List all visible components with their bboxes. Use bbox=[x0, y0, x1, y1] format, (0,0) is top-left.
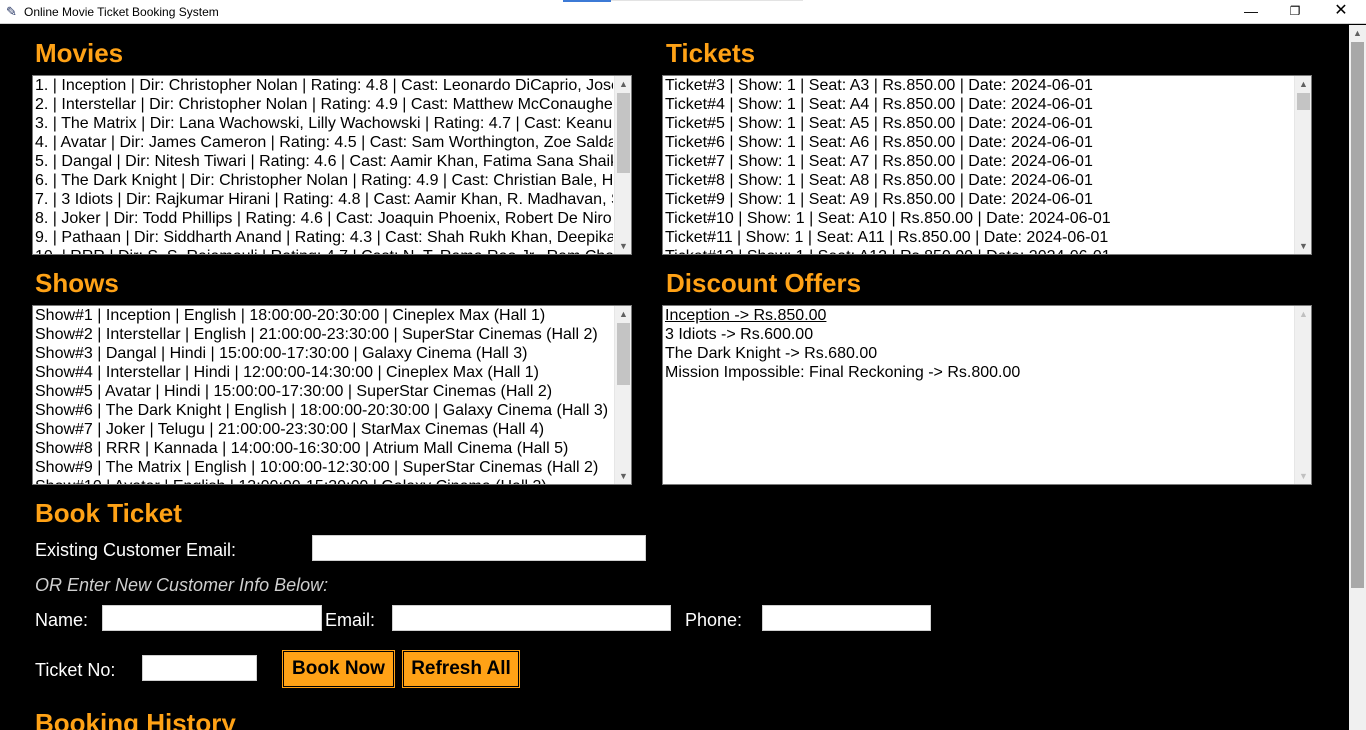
show-list-item[interactable]: Show#9 | The Matrix | English | 10:00:00… bbox=[35, 458, 613, 477]
movies-list[interactable]: 1. | Inception | Dir: Christopher Nolan … bbox=[35, 76, 613, 254]
titlebar-divider bbox=[611, 0, 803, 1]
shows-heading: Shows bbox=[35, 268, 119, 298]
show-list-item[interactable]: Show#3 | Dangal | Hindi | 15:00:00-17:30… bbox=[35, 344, 613, 363]
show-list-item[interactable]: Show#1 | Inception | English | 18:00:00-… bbox=[35, 306, 613, 325]
shows-listbox[interactable]: Show#1 | Inception | English | 18:00:00-… bbox=[32, 305, 632, 485]
ticket-list-item[interactable]: Ticket#3 | Show: 1 | Seat: A3 | Rs.850.0… bbox=[665, 76, 1293, 95]
movies-scroll-thumb[interactable] bbox=[617, 93, 630, 173]
tickets-heading: Tickets bbox=[666, 38, 756, 68]
scroll-down-icon[interactable]: ▼ bbox=[615, 468, 631, 484]
ticket-list-item[interactable]: Ticket#11 | Show: 1 | Seat: A11 | Rs.850… bbox=[665, 228, 1293, 247]
show-list-item[interactable]: Show#8 | RRR | Kannada | 14:00:00-16:30:… bbox=[35, 439, 613, 458]
discounts-list[interactable]: Inception -> Rs.850.00 3 Idiots -> Rs.600… bbox=[665, 306, 1293, 484]
book-now-button[interactable]: Book Now bbox=[282, 650, 395, 688]
booking-history-heading: Booking History bbox=[35, 708, 236, 730]
name-label: Name: bbox=[35, 610, 89, 630]
close-icon[interactable]: ✕ bbox=[1318, 0, 1364, 24]
minimize-icon[interactable]: — bbox=[1228, 0, 1274, 24]
scroll-down-icon[interactable]: ▼ bbox=[1295, 238, 1311, 254]
existing-email-field[interactable] bbox=[312, 535, 646, 561]
show-list-item[interactable]: Show#5 | Avatar | Hindi | 15:00:00-17:30… bbox=[35, 382, 613, 401]
phone-label: Phone: bbox=[685, 610, 743, 630]
email-field[interactable] bbox=[392, 605, 671, 631]
ticket-list-item[interactable]: Ticket#10 | Show: 1 | Seat: A10 | Rs.850… bbox=[665, 209, 1293, 228]
discount-list-item[interactable]: The Dark Knight -> Rs.680.00 bbox=[665, 344, 1293, 363]
scroll-up-icon[interactable]: ▲ bbox=[615, 76, 631, 92]
existing-email-label: Existing Customer Email: bbox=[35, 540, 237, 560]
scroll-up-icon[interactable]: ▲ bbox=[1295, 306, 1311, 322]
discount-list-item[interactable]: Mission Impossible: Final Reckoning -> R… bbox=[665, 363, 1293, 382]
book-ticket-heading: Book Ticket bbox=[35, 498, 182, 528]
ticket-no-field[interactable] bbox=[142, 655, 257, 681]
ticket-list-item[interactable]: Ticket#5 | Show: 1 | Seat: A5 | Rs.850.0… bbox=[665, 114, 1293, 133]
ticket-list-item[interactable]: Ticket#7 | Show: 1 | Seat: A7 | Rs.850.0… bbox=[665, 152, 1293, 171]
show-list-item[interactable]: Show#2 | Interstellar | English | 21:00:… bbox=[35, 325, 613, 344]
movie-list-item[interactable]: 2. | Interstellar | Dir: Christopher Nol… bbox=[35, 95, 613, 114]
movies-listbox[interactable]: 1. | Inception | Dir: Christopher Nolan … bbox=[32, 75, 632, 255]
discount-list-item[interactable]: 3 Idiots -> Rs.600.00 bbox=[665, 325, 1293, 344]
shows-list[interactable]: Show#1 | Inception | English | 18:00:00-… bbox=[35, 306, 613, 484]
movie-list-item[interactable]: 6. | The Dark Knight | Dir: Christopher … bbox=[35, 171, 613, 190]
tickets-list[interactable]: Ticket#3 | Show: 1 | Seat: A3 | Rs.850.0… bbox=[665, 76, 1293, 254]
new-customer-hint: OR Enter New Customer Info Below: bbox=[35, 575, 329, 595]
ticket-no-label: Ticket No: bbox=[35, 660, 116, 680]
title-bar: ✎ Online Movie Ticket Booking System — ❐… bbox=[0, 0, 1366, 24]
scroll-up-icon[interactable]: ▲ bbox=[1295, 76, 1311, 92]
feather-icon: ✎ bbox=[6, 4, 17, 19]
movies-scrollbar[interactable]: ▲ ▼ bbox=[614, 76, 631, 254]
show-list-item[interactable]: Show#4 | Interstellar | Hindi | 12:00:00… bbox=[35, 363, 613, 382]
movie-list-item[interactable]: 7. | 3 Idiots | Dir: Rajkumar Hirani | R… bbox=[35, 190, 613, 209]
email-label: Email: bbox=[325, 610, 376, 630]
ticket-list-item[interactable]: Ticket#8 | Show: 1 | Seat: A8 | Rs.850.0… bbox=[665, 171, 1293, 190]
movie-list-item[interactable]: 1. | Inception | Dir: Christopher Nolan … bbox=[35, 76, 613, 95]
movie-list-item[interactable]: 10. | RRR | Dir: S. S. Rajamouli | Ratin… bbox=[35, 247, 613, 254]
scroll-up-icon[interactable]: ▲ bbox=[1349, 25, 1366, 42]
scroll-down-icon[interactable]: ▼ bbox=[615, 238, 631, 254]
discount-list-item[interactable]: Inception -> Rs.850.00 bbox=[665, 306, 1293, 325]
window-title: Online Movie Ticket Booking System bbox=[24, 5, 219, 19]
show-list-item[interactable]: Show#6 | The Dark Knight | English | 18:… bbox=[35, 401, 613, 420]
movie-list-item[interactable]: 9. | Pathaan | Dir: Siddharth Anand | Ra… bbox=[35, 228, 613, 247]
name-field[interactable] bbox=[102, 605, 322, 631]
movie-list-item[interactable]: 4. | Avatar | Dir: James Cameron | Ratin… bbox=[35, 133, 613, 152]
scroll-down-icon[interactable]: ▼ bbox=[1295, 468, 1311, 484]
ticket-list-item[interactable]: Ticket#12 | Show: 1 | Seat: A12 | Rs.850… bbox=[665, 247, 1293, 254]
discounts-heading: Discount Offers bbox=[666, 268, 862, 298]
tickets-listbox[interactable]: Ticket#3 | Show: 1 | Seat: A3 | Rs.850.0… bbox=[662, 75, 1312, 255]
refresh-all-button[interactable]: Refresh All bbox=[402, 650, 520, 688]
phone-field[interactable] bbox=[762, 605, 931, 631]
movie-list-item[interactable]: 3. | The Matrix | Dir: Lana Wachowski, L… bbox=[35, 114, 613, 133]
tickets-scroll-thumb[interactable] bbox=[1297, 93, 1310, 110]
shows-scroll-thumb[interactable] bbox=[617, 323, 630, 385]
ticket-list-item[interactable]: Ticket#9 | Show: 1 | Seat: A9 | Rs.850.0… bbox=[665, 190, 1293, 209]
show-list-item[interactable]: Show#7 | Joker | Telugu | 21:00:00-23:30… bbox=[35, 420, 613, 439]
window-scrollbar[interactable]: ▲ bbox=[1349, 25, 1366, 730]
ticket-list-item[interactable]: Ticket#6 | Show: 1 | Seat: A6 | Rs.850.0… bbox=[665, 133, 1293, 152]
shows-scrollbar[interactable]: ▲ ▼ bbox=[614, 306, 631, 484]
titlebar-accent-strip bbox=[563, 0, 611, 2]
tickets-scrollbar[interactable]: ▲ ▼ bbox=[1294, 76, 1311, 254]
movies-heading: Movies bbox=[35, 38, 124, 68]
discounts-listbox[interactable]: Inception -> Rs.850.00 3 Idiots -> Rs.600… bbox=[662, 305, 1312, 485]
movie-list-item[interactable]: 5. | Dangal | Dir: Nitesh Tiwari | Ratin… bbox=[35, 152, 613, 171]
discounts-scrollbar[interactable]: ▲ ▼ bbox=[1294, 306, 1311, 484]
window-scroll-thumb[interactable] bbox=[1351, 42, 1364, 588]
movie-list-item[interactable]: 8. | Joker | Dir: Todd Phillips | Rating… bbox=[35, 209, 613, 228]
ticket-list-item[interactable]: Ticket#4 | Show: 1 | Seat: A4 | Rs.850.0… bbox=[665, 95, 1293, 114]
scroll-up-icon[interactable]: ▲ bbox=[615, 306, 631, 322]
show-list-item[interactable]: Show#10 | Avatar | English | 13:00:00-15… bbox=[35, 477, 613, 484]
restore-icon[interactable]: ❐ bbox=[1272, 0, 1318, 24]
